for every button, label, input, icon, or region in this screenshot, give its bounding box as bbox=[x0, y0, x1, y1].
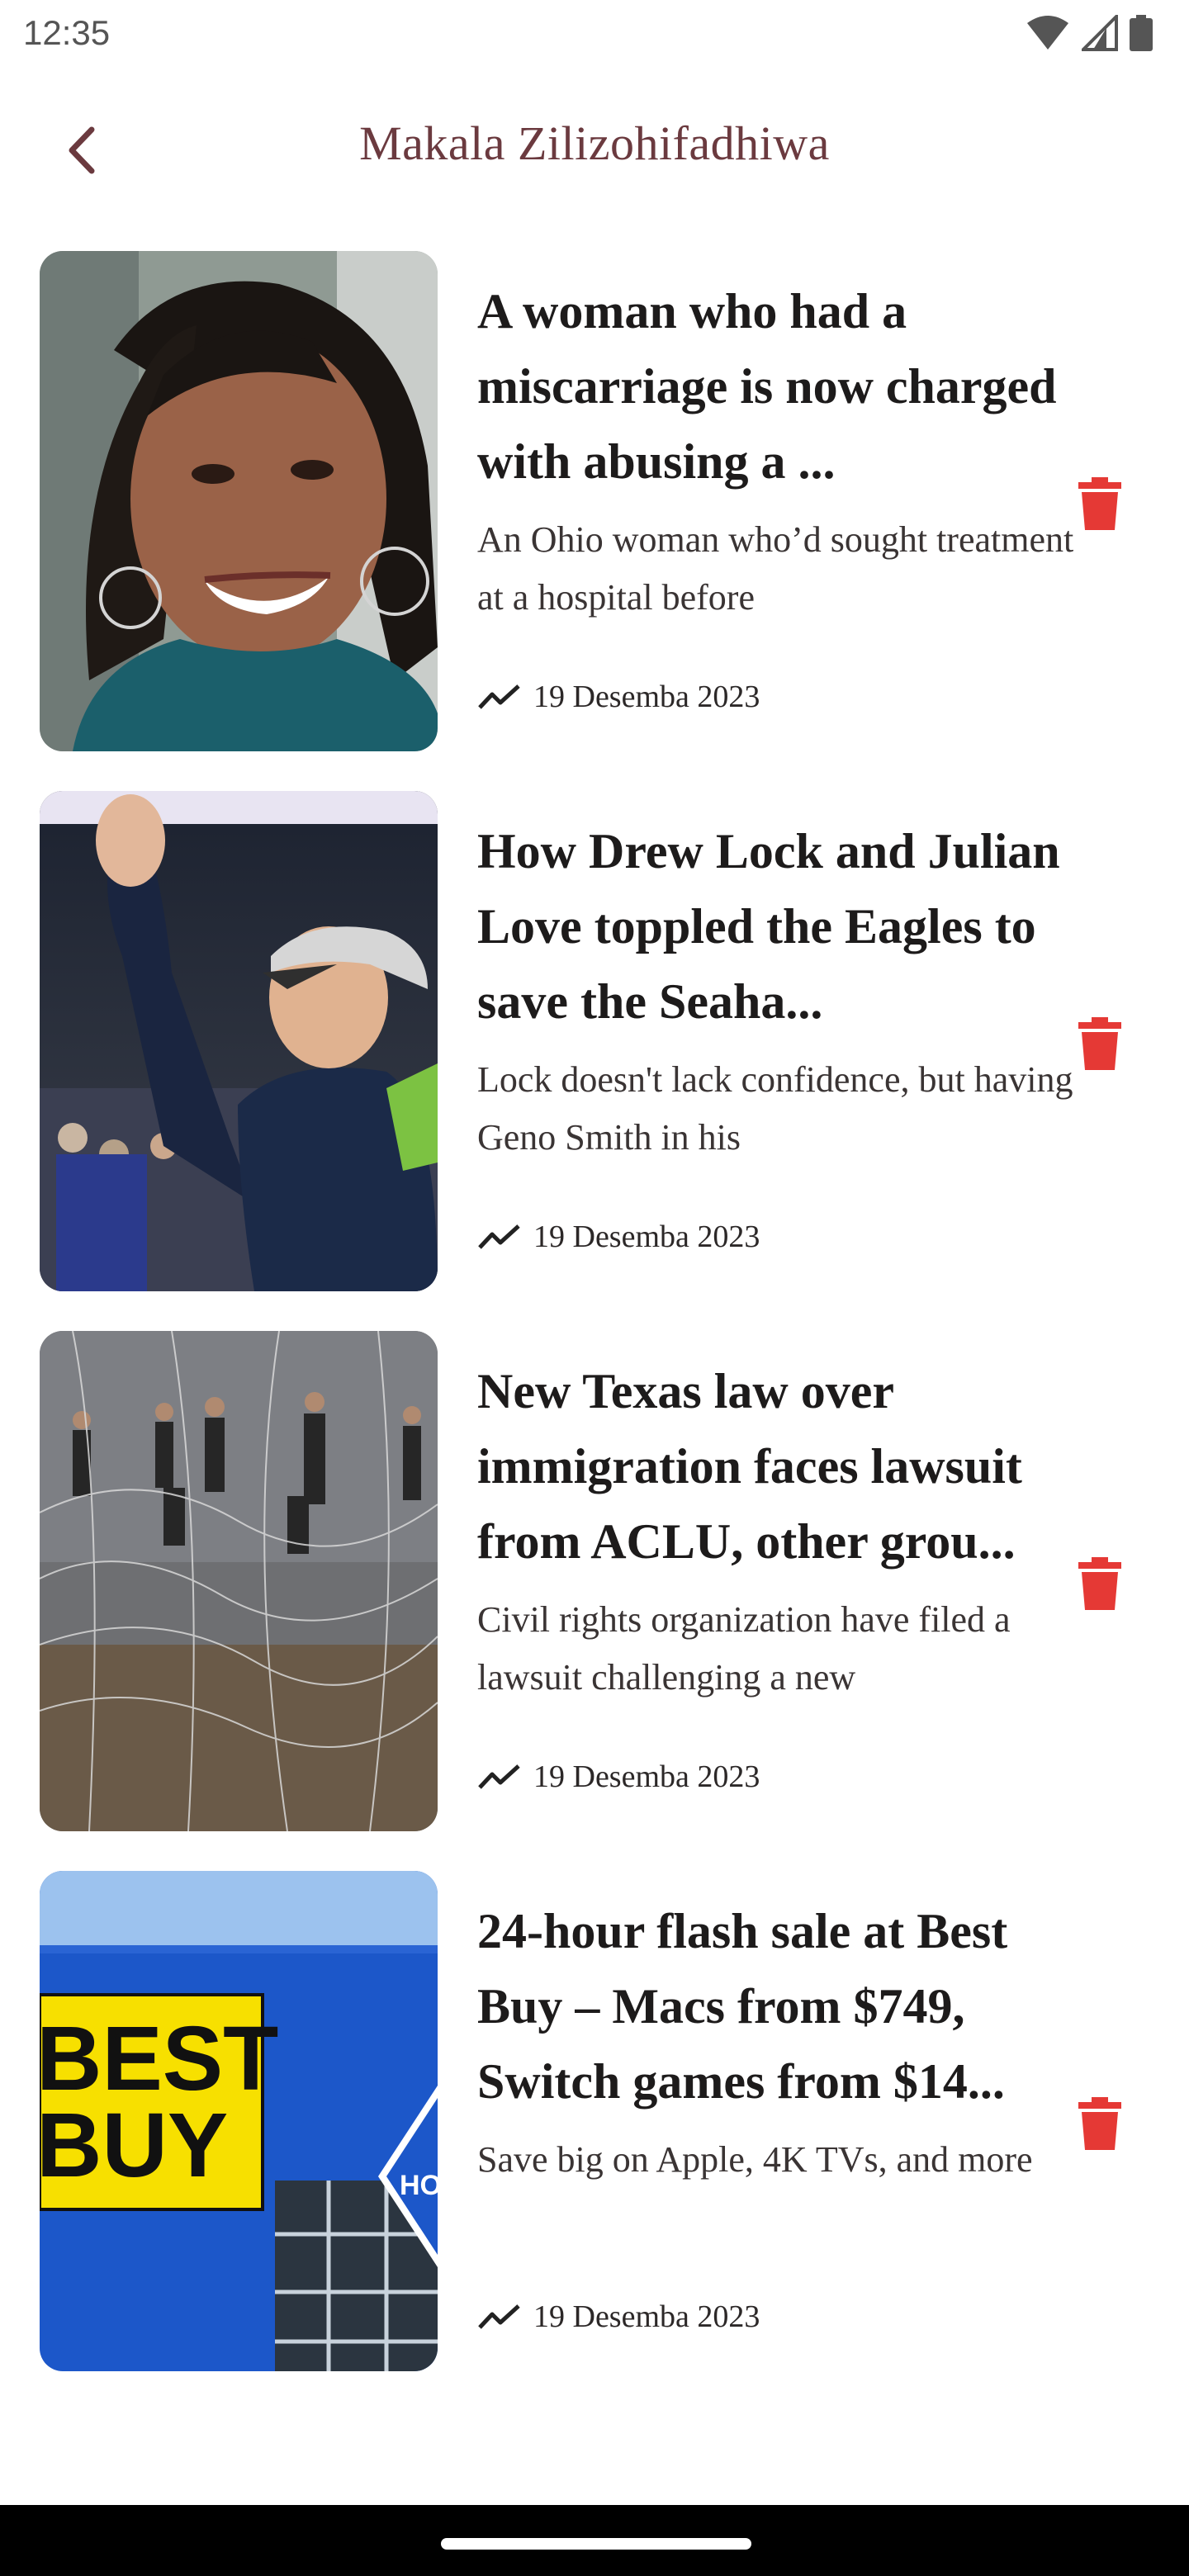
article-summary: Civil rights organization have filed a l… bbox=[477, 1599, 1011, 1698]
battery-icon bbox=[1130, 15, 1153, 51]
article-headline: 24-hour flash sale at Best Buy – Macs fr… bbox=[477, 1904, 1008, 2109]
article-content: New Texas law over immigration faces law… bbox=[477, 1354, 1080, 1831]
wifi-icon bbox=[1027, 16, 1068, 50]
article-card[interactable]: New Texas law over immigration faces law… bbox=[40, 1331, 1149, 1831]
delete-button[interactable] bbox=[1067, 1011, 1133, 1077]
system-nav-bar bbox=[0, 2505, 1189, 2576]
status-icons bbox=[1026, 15, 1153, 51]
article-meta: 19 Desemba 2023 bbox=[477, 1219, 760, 1255]
article-headline: New Texas law over immigration faces law… bbox=[477, 1364, 1022, 1569]
article-date: 19 Desemba 2023 bbox=[533, 2299, 760, 2334]
delete-button[interactable] bbox=[1067, 1551, 1133, 1617]
trash-icon bbox=[1078, 1557, 1121, 1610]
home-gesture-handle[interactable] bbox=[441, 2538, 751, 2550]
article-date: 19 Desemba 2023 bbox=[533, 1759, 760, 1794]
article-date: 19 Desemba 2023 bbox=[533, 1219, 760, 1254]
trending-up-icon bbox=[478, 1224, 520, 1249]
article-headline: A woman who had a miscarriage is now cha… bbox=[477, 284, 1057, 489]
article-thumbnail: BEST BUY HO bbox=[40, 1871, 438, 2371]
article-content: How Drew Lock and Julian Love toppled th… bbox=[477, 814, 1080, 1291]
article-summary: Lock doesn't lack confidence, but having… bbox=[477, 1059, 1073, 1158]
store-logo-line2: BUY bbox=[40, 2095, 228, 2196]
article-headline: How Drew Lock and Julian Love toppled th… bbox=[477, 824, 1060, 1029]
trending-up-icon bbox=[478, 684, 520, 709]
article-card[interactable]: How Drew Lock and Julian Love toppled th… bbox=[40, 791, 1149, 1291]
saved-articles-list: A woman who had a miscarriage is now cha… bbox=[40, 251, 1149, 2411]
article-meta: 19 Desemba 2023 bbox=[477, 2299, 760, 2335]
article-card[interactable]: A woman who had a miscarriage is now cha… bbox=[40, 251, 1149, 751]
status-bar: 12:35 bbox=[0, 0, 1189, 69]
article-summary: Save big on Apple, 4K TVs, and more bbox=[477, 2139, 1033, 2180]
status-time: 12:35 bbox=[23, 13, 111, 52]
trending-up-icon bbox=[478, 2304, 520, 2329]
delete-button[interactable] bbox=[1067, 2091, 1133, 2157]
article-meta: 19 Desemba 2023 bbox=[477, 1759, 760, 1795]
delete-button[interactable] bbox=[1067, 471, 1133, 537]
article-card[interactable]: BEST BUY HO 24-hour flash sale at Best B… bbox=[40, 1871, 1149, 2371]
trending-up-icon bbox=[478, 1764, 520, 1789]
top-app-bar: Makala Zilizohifadhiwa bbox=[0, 99, 1189, 198]
trash-icon bbox=[1078, 2097, 1121, 2150]
article-thumbnail bbox=[40, 1331, 438, 1831]
store-sign-text: HO bbox=[400, 2170, 438, 2201]
trash-icon bbox=[1078, 477, 1121, 530]
article-summary: An Ohio woman who’d sought treatment at … bbox=[477, 519, 1074, 618]
signal-icon bbox=[1082, 15, 1118, 51]
article-thumbnail bbox=[40, 791, 438, 1291]
article-content: A woman who had a miscarriage is now cha… bbox=[477, 274, 1080, 751]
trash-icon bbox=[1078, 1017, 1121, 1070]
article-meta: 19 Desemba 2023 bbox=[477, 679, 760, 715]
page-title: Makala Zilizohifadhiwa bbox=[359, 116, 830, 170]
article-content: 24-hour flash sale at Best Buy – Macs fr… bbox=[477, 1894, 1080, 2371]
article-date: 19 Desemba 2023 bbox=[533, 680, 760, 714]
article-thumbnail bbox=[40, 251, 438, 751]
